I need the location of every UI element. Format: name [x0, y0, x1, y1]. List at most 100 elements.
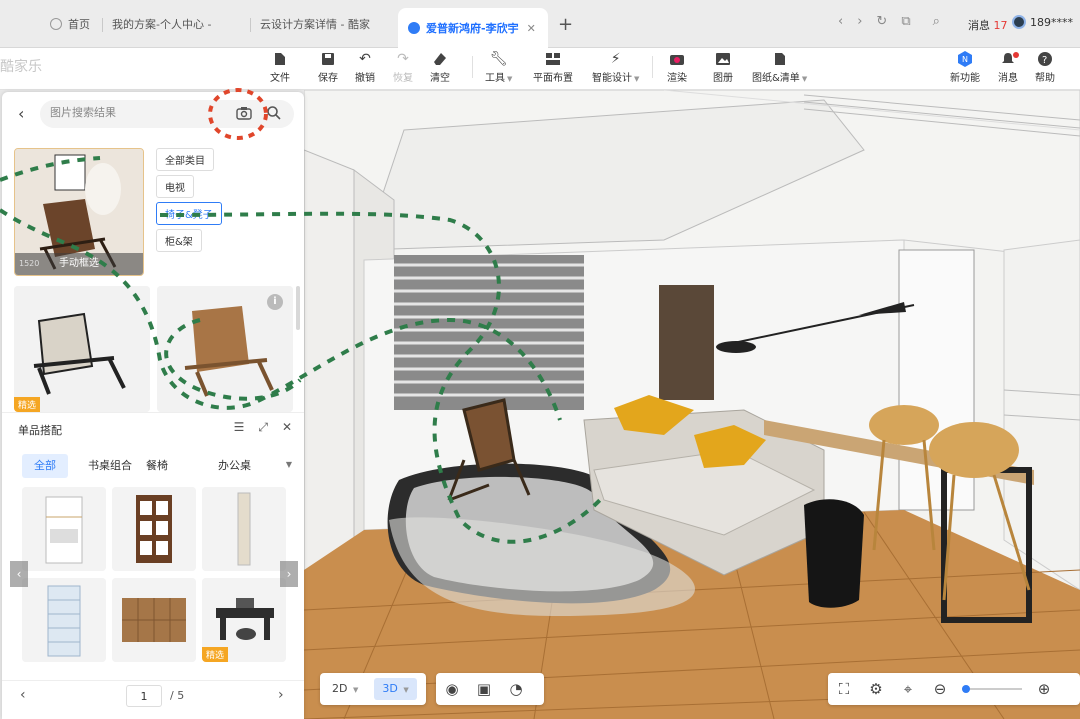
notification-dot — [1013, 52, 1019, 58]
mode-2d-button[interactable]: 2D ▼ — [324, 678, 366, 700]
refresh-icon[interactable]: ↻ — [876, 14, 887, 29]
match-panel-title: 单品搭配 — [18, 424, 62, 437]
chevron-down-icon[interactable]: ▼ — [286, 460, 292, 469]
product-bookshelf[interactable] — [112, 487, 196, 571]
messages-label: 消息 — [968, 19, 990, 32]
new-tab-icon[interactable]: + — [558, 14, 573, 35]
undo-button[interactable]: ↶ 撤销 — [355, 51, 375, 84]
match-panel-header: 单品搭配 ☰ ⤢ ✕ — [2, 412, 304, 444]
album-button[interactable]: 图册 — [713, 51, 733, 84]
tab-design-detail[interactable]: 云设计方案详情 - 酷家 — [250, 10, 398, 38]
next-page-icon[interactable]: › — [278, 687, 284, 703]
browser-tab-bar: 首页 我的方案-个人中心 - 云设计方案详情 - 酷家 爱普新鸿府-李欣宇 ✕ … — [0, 0, 1080, 48]
prev-page-icon[interactable]: ‹ — [20, 687, 26, 703]
mode-3d-button[interactable]: 3D ▼ — [374, 678, 417, 700]
smart-design-icon: ⚡︎ — [610, 51, 621, 67]
eraser-icon — [432, 51, 448, 67]
save-icon — [320, 51, 336, 67]
info-icon[interactable]: i — [267, 294, 283, 310]
zoom-slider[interactable] — [962, 685, 1022, 693]
settings-view-icon[interactable]: ⚙︎ — [860, 680, 892, 698]
filter-icon[interactable]: ☰ — [234, 420, 245, 435]
tools-button[interactable]: 🔧︎ 工具 ▼ — [485, 51, 512, 84]
svg-text:N: N — [962, 55, 968, 64]
search-result-2[interactable]: i — [157, 286, 293, 412]
user-menu[interactable]: 189**** — [1012, 15, 1073, 29]
save-button[interactable]: 保存 — [318, 51, 338, 84]
floor-plan-button[interactable]: 平面布置 — [533, 51, 573, 84]
query-image-thumbnail[interactable]: 1520 手动框选 — [14, 148, 144, 276]
zoom-out-icon[interactable]: ⊖ — [924, 680, 956, 698]
pagination: ‹ / 5 › — [2, 680, 304, 712]
back-icon[interactable]: ‹ — [18, 104, 24, 123]
room-render — [304, 90, 1080, 719]
image-search-camera-icon[interactable] — [236, 106, 252, 120]
drawings-button[interactable]: 图纸&清单 ▼ — [752, 51, 807, 84]
expand-icon[interactable]: ⤢ — [258, 420, 268, 435]
results-scrollbar[interactable] — [296, 286, 300, 330]
undo-icon: ↶ — [359, 51, 371, 67]
close-icon[interactable]: ✕ — [282, 420, 292, 435]
search-icon[interactable]: ⌕ — [933, 14, 940, 29]
new-feature-icon: N — [957, 51, 973, 67]
zoom-slider-knob[interactable] — [962, 685, 970, 693]
redo-button[interactable]: ↷ 恢复 — [393, 51, 413, 84]
product-wood-wall-panel[interactable] — [112, 578, 196, 662]
page-input[interactable] — [126, 685, 162, 707]
page-total: / 5 — [170, 689, 185, 702]
avatar — [1012, 15, 1026, 29]
search-result-1[interactable]: 精选 — [14, 286, 150, 412]
product-tall-cabinet[interactable] — [202, 487, 286, 571]
category-chairs-stools[interactable]: 椅子&凳子 — [156, 202, 222, 225]
3d-viewport[interactable] — [304, 90, 1080, 719]
cube-icon[interactable]: ▣ — [468, 680, 500, 698]
featured-badge: 精选 — [14, 397, 41, 412]
forward-icon[interactable]: › — [857, 14, 862, 29]
clear-button[interactable]: 清空 — [430, 51, 450, 84]
wrench-icon: 🔧︎ — [489, 51, 508, 67]
tab-personal-center[interactable]: 我的方案-个人中心 - — [102, 10, 250, 38]
messages-link[interactable]: 消息 17 — [968, 17, 1008, 33]
next-arrow-icon[interactable]: › — [280, 561, 298, 587]
redo-icon: ↷ — [397, 51, 409, 67]
category-cabinets-shelves[interactable]: 柜&架 — [156, 229, 202, 252]
tab-label: 云设计方案详情 - 酷家 — [260, 18, 370, 31]
match-tabs: 全部 书桌组合 餐椅 办公桌 ▼ — [2, 452, 304, 480]
fit-view-icon[interactable]: ⛶ — [828, 680, 860, 698]
render-button[interactable]: 渲染 — [667, 51, 687, 84]
tab-home[interactable]: 首页 — [40, 10, 102, 38]
zoom-in-icon[interactable]: ⊕ — [1028, 680, 1060, 698]
category-tv[interactable]: 电视 — [156, 175, 194, 198]
file-button[interactable]: 文件 — [270, 51, 290, 84]
drawing-icon — [772, 51, 788, 67]
layout-icon — [545, 51, 561, 67]
close-icon[interactable]: ✕ — [527, 22, 536, 35]
tab-all[interactable]: 全部 — [22, 454, 68, 478]
back-icon[interactable]: ‹ — [838, 14, 843, 29]
copy-icon[interactable]: ⧉ — [901, 14, 910, 29]
focus-icon[interactable]: ⌖ — [892, 680, 924, 698]
tab-label: 首页 — [68, 18, 90, 31]
tab-current-project[interactable]: 爱普新鸿府-李欣宇 ✕ — [398, 8, 548, 48]
product-glass-shelf[interactable] — [22, 578, 106, 662]
gauge-icon[interactable]: ◔ — [500, 680, 532, 698]
view-tools: ◉ ▣ ◔ — [436, 673, 544, 705]
tab-dining-chairs[interactable]: 餐椅 — [134, 454, 180, 478]
eye-icon[interactable]: ◉ — [436, 680, 468, 698]
product-cabinet[interactable] — [22, 487, 106, 571]
product-desk-set[interactable]: 精选 — [202, 578, 286, 662]
tab-label: 爱普新鸿府-李欣宇 — [426, 22, 519, 35]
tab-office-desks[interactable]: 办公桌 — [206, 454, 263, 478]
smart-design-button[interactable]: ⚡︎ 智能设计 ▼ — [592, 51, 639, 84]
search-icon[interactable] — [266, 105, 282, 121]
help-button[interactable]: ? 帮助 — [1035, 51, 1055, 84]
search-bar — [40, 100, 294, 128]
svg-text:?: ? — [1042, 55, 1047, 66]
category-all[interactable]: 全部类目 — [156, 148, 214, 171]
category-list: 全部类目 电视 椅子&凳子 柜&架 — [156, 148, 222, 256]
new-features-button[interactable]: N 新功能 — [950, 51, 980, 84]
search-input[interactable] — [50, 106, 210, 119]
file-icon — [272, 51, 288, 67]
help-icon: ? — [1037, 51, 1053, 67]
prev-arrow-icon[interactable]: ‹ — [10, 561, 28, 587]
